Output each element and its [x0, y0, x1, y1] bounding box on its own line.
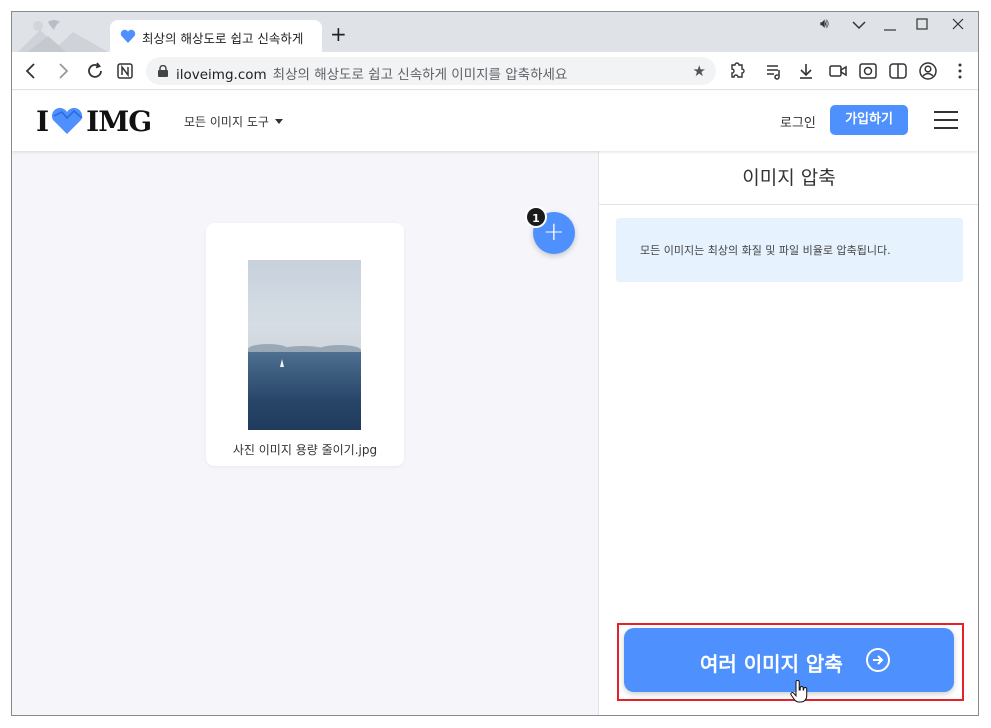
- screenshot-icon[interactable]: [858, 61, 878, 81]
- reading-list-icon[interactable]: [764, 61, 784, 81]
- address-bar-text: iloveimg.com 최상의 해상도로 쉽고 신속하게 이미지를 압축하세요: [176, 63, 567, 83]
- bookmark-star-icon[interactable]: ★: [693, 62, 706, 80]
- heart-favicon-icon: [120, 29, 136, 43]
- close-icon[interactable]: [952, 18, 964, 30]
- browser-tab-active[interactable]: 최상의 해상도로 쉽고 신속하게: [110, 20, 322, 52]
- all-tools-dropdown[interactable]: 모든 이미지 도구: [184, 113, 283, 130]
- compress-images-button[interactable]: 여러 이미지 압축: [624, 628, 954, 692]
- options-sidebar: 이미지 압축 모든 이미지는 최상의 화질 및 파일 비율로 압축됩니다. 여러…: [598, 151, 978, 715]
- speaker-icon[interactable]: 🔊︎: [820, 16, 829, 32]
- maximize-icon[interactable]: [916, 18, 928, 30]
- caret-down-icon: [274, 119, 283, 124]
- iloveimg-logo[interactable]: I IMG: [36, 104, 152, 138]
- browser-toolbar: iloveimg.com 최상의 해상도로 쉽고 신속하게 이미지를 압축하세요 …: [12, 52, 978, 90]
- hand-pointer-cursor-icon: [790, 680, 808, 703]
- file-count-badge: 1: [525, 206, 547, 228]
- sidebar-title: 이미지 압축: [599, 151, 978, 205]
- file-name: 사진 이미지 용량 줄이기.jpg: [232, 443, 378, 457]
- file-card[interactable]: 사진 이미지 용량 줄이기.jpg: [206, 223, 404, 466]
- tab-strip: 최상의 해상도로 쉽고 신속하게 + 🔊︎: [12, 12, 978, 52]
- tab-strip-decoration-icon: [18, 20, 108, 52]
- minimize-icon[interactable]: [884, 18, 896, 32]
- chevron-down-icon[interactable]: [852, 20, 866, 30]
- heart-logo-icon: [52, 107, 83, 134]
- download-icon[interactable]: [796, 61, 816, 81]
- reload-icon[interactable]: [84, 60, 106, 82]
- info-text: 모든 이미지는 최상의 화질 및 파일 비율로 압축됩니다.: [640, 244, 891, 257]
- lock-icon: [158, 65, 168, 77]
- profile-icon[interactable]: [918, 61, 938, 81]
- file-workspace: + 1 사진 이미지 용량 줄이기.jpg: [12, 151, 598, 715]
- logo-text-left: I: [36, 104, 49, 138]
- compress-button-label: 여러 이미지 압축: [700, 652, 843, 676]
- image-thumbnail: [248, 260, 361, 430]
- all-tools-label: 모든 이미지 도구: [184, 115, 269, 129]
- naver-icon[interactable]: [114, 60, 136, 82]
- split-view-icon[interactable]: [888, 61, 908, 81]
- extensions-icon[interactable]: [726, 61, 746, 81]
- hamburger-menu-icon[interactable]: [934, 111, 958, 129]
- arrow-right-circle-icon: [866, 648, 890, 672]
- new-tab-button[interactable]: +: [330, 24, 347, 44]
- browser-window: 최상의 해상도로 쉽고 신속하게 + 🔊︎ iloveimg.com 최상의 해상…: [11, 11, 979, 716]
- info-box: 모든 이미지는 최상의 화질 및 파일 비율로 압축됩니다.: [616, 218, 963, 282]
- more-menu-icon[interactable]: [950, 61, 970, 81]
- url-page-title: 최상의 해상도로 쉽고 신속하게 이미지를 압축하세요: [272, 67, 568, 83]
- logo-text-right: IMG: [86, 104, 152, 138]
- site-header: I IMG 모든 이미지 도구 로그인 가입하기: [12, 91, 978, 151]
- signup-button[interactable]: 가입하기: [830, 105, 908, 135]
- tab-title: 최상의 해상도로 쉽고 신속하게: [142, 31, 304, 46]
- address-bar[interactable]: iloveimg.com 최상의 해상도로 쉽고 신속하게 이미지를 압축하세요 …: [146, 57, 716, 85]
- forward-icon[interactable]: [52, 60, 74, 82]
- plus-icon: +: [543, 217, 565, 247]
- url-host: iloveimg.com: [176, 67, 267, 83]
- login-link[interactable]: 로그인: [780, 112, 816, 131]
- back-icon[interactable]: [20, 60, 42, 82]
- video-icon[interactable]: [828, 61, 848, 81]
